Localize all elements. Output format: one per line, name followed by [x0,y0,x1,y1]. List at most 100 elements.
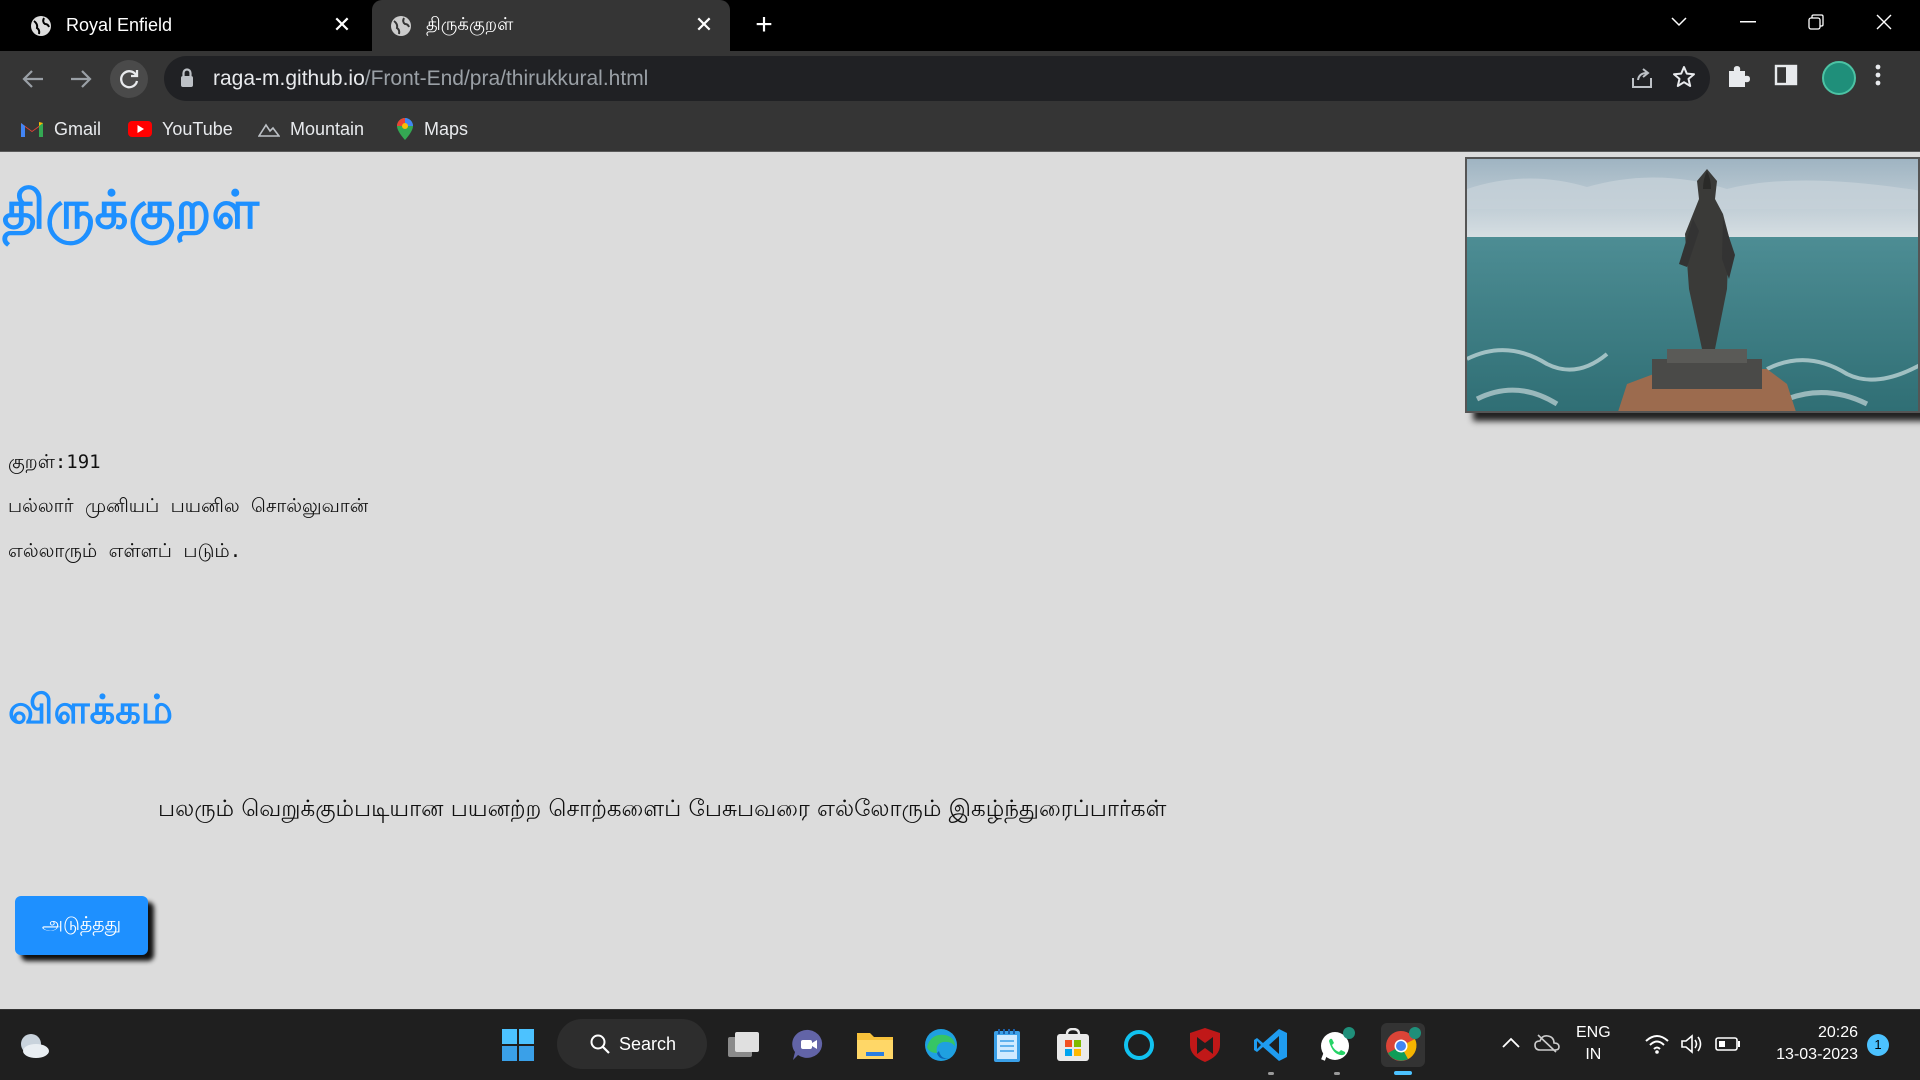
weather-cloud-icon [21,1034,49,1058]
share-icon[interactable] [1630,66,1654,90]
minimize-icon [1740,21,1756,23]
taskbar-search[interactable]: Search [557,1019,707,1069]
page-title: திருக்குறள் [2,180,260,241]
next-button[interactable]: அடுத்தது [15,896,148,955]
folder-icon [857,1033,893,1059]
region-label: IN [1585,1046,1602,1063]
weather-widget[interactable] [12,1023,56,1067]
file-explorer-app[interactable] [853,1023,897,1067]
chevron-down-icon [1671,17,1687,27]
windows-logo-icon [502,1029,534,1061]
gmail-icon [21,122,43,137]
chrome-icon [1386,1027,1421,1061]
bookmark-gmail[interactable]: Gmail [20,115,101,143]
more-vertical-icon[interactable] [1874,63,1882,87]
puzzle-icon[interactable] [1725,63,1751,89]
minimize-button[interactable] [1714,0,1782,44]
url-text[interactable]: raga-m.github.io/Front-End/pra/thirukkur… [213,67,648,91]
task-view-icon [728,1032,759,1057]
clock-time: 20:26 [1817,1024,1858,1041]
mountain-icon [258,123,280,137]
battery-icon[interactable] [1715,1036,1741,1052]
edge-browser-app[interactable] [919,1023,963,1067]
teams-chat-app[interactable] [787,1023,831,1067]
tab-royal-enfield[interactable]: Royal Enfield ✕ [0,0,368,51]
side-panel-icon[interactable] [1774,63,1798,87]
close-icon [1876,14,1892,30]
star-icon[interactable] [1672,65,1696,89]
tab-strip: Royal Enfield ✕ திருக்குறள் ✕ + [0,0,1920,51]
chevron-up-icon[interactable] [1501,1037,1521,1049]
bookmark-youtube[interactable]: YouTube [128,115,233,143]
lock-icon[interactable] [180,68,194,88]
browser-toolbar: raga-m.github.io/Front-End/pra/thirukkur… [0,51,1920,106]
close-window-button[interactable] [1850,0,1918,44]
system-clock[interactable]: 20:26 13-03-2023 [1758,1022,1858,1066]
arrow-left-icon [22,70,43,88]
globe-icon [391,15,411,36]
maps-icon [397,118,413,140]
globe-icon [31,15,51,36]
volume-icon[interactable] [1680,1033,1704,1055]
notepad-icon [994,1029,1020,1062]
arrow-right-icon [71,70,92,88]
clock-date: 13-03-2023 [1776,1046,1858,1063]
whatsapp-app[interactable] [1315,1023,1359,1075]
bookmark-mountain[interactable]: Mountain [258,115,364,143]
bookmark-maps[interactable]: Maps [396,115,468,143]
language-label: ENG [1576,1024,1611,1041]
language-indicator[interactable]: ENG IN [1576,1022,1611,1066]
start-button[interactable] [496,1023,540,1067]
tab-thirukkural[interactable]: திருக்குறள் ✕ [372,0,730,51]
close-tab-icon[interactable]: ✕ [692,13,716,37]
whatsapp-icon [1321,1027,1355,1061]
forward-button[interactable] [62,60,100,98]
tab-search-button[interactable] [1645,0,1713,44]
explanation-text: பலரும் வெறுக்கும்படியான பயனற்ற சொற்களைப்… [158,796,1167,822]
youtube-icon [128,121,152,137]
tab-title: திருக்குறள் [426,14,514,34]
thiruvalluvar-statue-image [1465,157,1920,413]
restore-button[interactable] [1782,0,1850,44]
kural-line: எல்லாரும் எள்ளப் படும். [8,540,242,562]
task-view-button[interactable] [722,1023,766,1067]
statue-by-sea-illustration [1467,159,1918,411]
onedrive-cloud-icon[interactable] [1534,1033,1560,1053]
close-tab-icon[interactable]: ✕ [330,13,354,37]
notification-badge[interactable]: 1 [1867,1034,1889,1056]
url-host: raga-m.github.io [213,67,365,90]
store-icon [1057,1028,1089,1061]
chrome-app[interactable] [1381,1023,1425,1075]
vscode-app[interactable] [1249,1023,1293,1075]
microsoft-store-app[interactable] [1051,1023,1095,1067]
cortana-app[interactable] [1117,1023,1161,1067]
kural-line: பல்லார் முனியப் பயனில சொல்லுவான் [8,495,369,517]
mcafee-app[interactable] [1183,1023,1227,1067]
edge-icon [925,1029,957,1061]
bookmark-label: Maps [424,118,469,139]
mcafee-shield-icon [1190,1028,1220,1062]
back-button[interactable] [14,60,52,98]
kural-number: குறள்:191 [8,451,101,473]
search-label: Search [619,1033,677,1054]
web-page: திருக்குறள் குறள்:191 பல்லார் முனியப் பய… [0,153,1920,1009]
bookmark-label: YouTube [162,118,233,139]
windows-taskbar: Search ENG IN 20:26 13-03-2023 1 [0,1009,1920,1080]
notepad-app[interactable] [985,1023,1029,1067]
address-bar[interactable]: raga-m.github.io/Front-End/pra/thirukkur… [164,56,1710,101]
wifi-icon[interactable] [1645,1034,1669,1054]
bookmarks-bar: Gmail YouTube Mountain Maps [0,106,1920,152]
cortana-ring-icon [1124,1030,1154,1060]
bookmark-label: Mountain [290,118,365,139]
vscode-icon [1254,1029,1287,1061]
tab-title: Royal Enfield [66,15,173,35]
reload-button[interactable] [110,60,148,98]
new-tab-button[interactable]: + [745,10,783,42]
url-path: /Front-End/pra/thirukkural.html [364,67,649,90]
bookmark-label: Gmail [54,118,102,139]
restore-icon [1808,14,1824,30]
profile-avatar[interactable] [1822,61,1856,95]
reload-icon [120,70,139,89]
explanation-heading: விளக்கம் [8,687,173,733]
search-icon [590,1034,610,1054]
